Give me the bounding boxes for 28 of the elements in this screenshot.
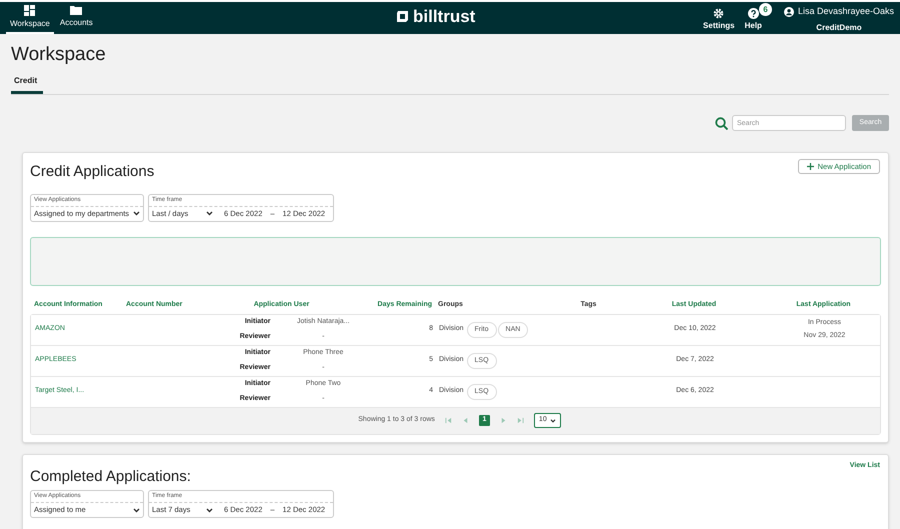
previous-page-icon[interactable]	[462, 417, 469, 424]
folder-icon	[70, 5, 82, 15]
search-icon	[715, 116, 728, 130]
header-button[interactable]: Help	[744, 4, 762, 32]
last-page-icon[interactable]	[516, 417, 524, 424]
logo-text: billtrust	[413, 8, 476, 25]
first-page-icon[interactable]	[444, 417, 452, 424]
notification-badge: 6	[759, 3, 772, 16]
user-icon	[784, 7, 794, 17]
chevron-down-icon	[133, 508, 140, 512]
tab[interactable]: Credit	[11, 75, 43, 94]
next-page-icon[interactable]	[500, 417, 507, 424]
header-button[interactable]: Settings	[703, 4, 735, 32]
chevron-down-icon	[550, 418, 556, 422]
chevron-down-icon	[206, 211, 213, 216]
help-icon	[748, 8, 759, 19]
settings-icon	[713, 8, 724, 19]
page-title: Workspace	[11, 43, 107, 67]
grid-icon	[24, 4, 36, 16]
plus-icon	[806, 163, 814, 170]
section-title: Completed Applications:	[30, 466, 191, 486]
chevron-down-icon	[133, 211, 140, 216]
user-menu[interactable]: Lisa Devashrayee-Oaks CreditDemo	[784, 2, 894, 34]
section-title: Credit Applications	[30, 162, 154, 182]
nav-tab[interactable]: Workspace	[6, 2, 54, 34]
nav-tab[interactable]: Accounts	[56, 2, 97, 34]
chevron-down-icon	[206, 508, 213, 512]
logo-icon	[396, 10, 409, 23]
